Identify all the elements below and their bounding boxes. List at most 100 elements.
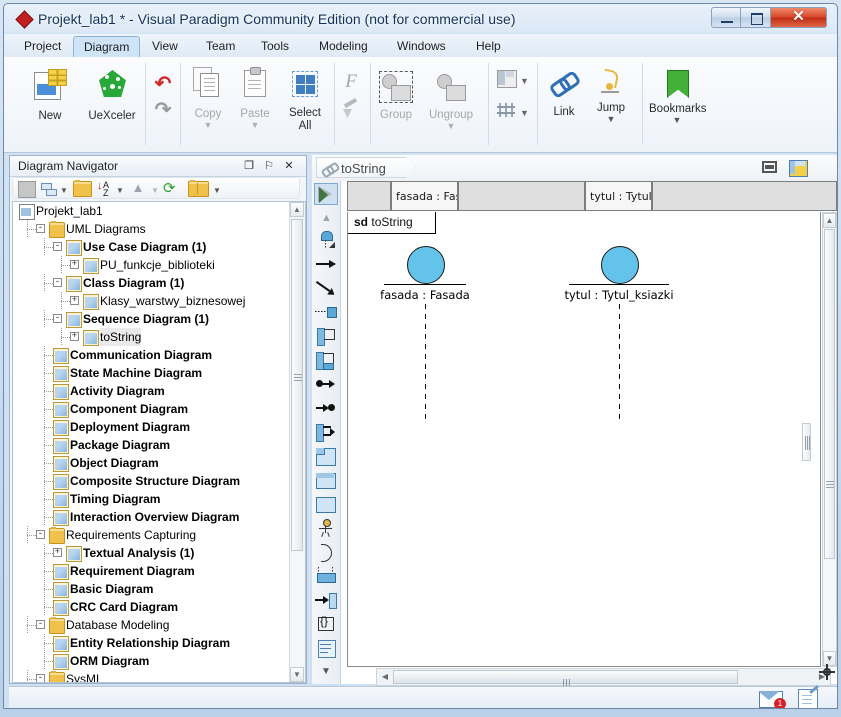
duration-message-tool[interactable] xyxy=(314,421,338,443)
collapse-toggle-icon[interactable]: - xyxy=(36,620,45,629)
collapse-toggle-icon[interactable]: - xyxy=(53,278,62,287)
diagram-palette[interactable]: ▲ {} ▼ xyxy=(312,181,341,684)
lifeline-header-cell[interactable]: tytul : Tytul... xyxy=(585,181,652,211)
undo-button[interactable]: ↶ xyxy=(152,74,174,94)
collapse-tool[interactable]: ▲ xyxy=(314,207,338,229)
tab-team[interactable]: Team xyxy=(196,36,245,57)
collapse-toggle-icon[interactable]: - xyxy=(36,224,45,233)
self-message-tool[interactable] xyxy=(314,325,338,347)
chevron-down-icon[interactable]: ▼ xyxy=(649,116,705,125)
refresh-icon[interactable]: ⟳ xyxy=(163,181,180,197)
uexceler-button[interactable]: UeXceler xyxy=(82,69,142,122)
new-button[interactable]: New xyxy=(26,69,74,122)
lost-message-tool[interactable] xyxy=(314,397,338,419)
tree-scrollbar[interactable]: ▲ ▼ xyxy=(289,202,305,682)
combined-fragment-tool[interactable] xyxy=(314,445,338,467)
paste-button[interactable]: Paste ▼ xyxy=(235,67,275,130)
collapse-toggle-icon[interactable]: - xyxy=(36,530,45,539)
collapse-toggle-icon[interactable]: - xyxy=(53,314,62,323)
tab-modeling[interactable]: Modeling xyxy=(309,36,378,57)
canvas-h-scroll-thumb[interactable] xyxy=(393,670,738,686)
note-edit-icon[interactable] xyxy=(798,685,820,708)
panel-splitter-handle[interactable] xyxy=(802,423,811,461)
chevron-down-icon[interactable]: ▼ xyxy=(235,121,275,130)
fit-to-window-icon[interactable] xyxy=(760,159,779,176)
more-tools[interactable]: ▼ xyxy=(314,661,338,683)
diagram-icon xyxy=(53,654,69,670)
found-message-tool[interactable] xyxy=(314,373,338,395)
open-all-icon[interactable] xyxy=(188,180,209,197)
lifeline-header-cell[interactable] xyxy=(652,181,837,211)
tab-diagram[interactable]: Diagram xyxy=(73,36,141,57)
tab-project[interactable]: Project xyxy=(14,36,71,57)
recursive-message-tool[interactable] xyxy=(314,349,338,371)
gate-tool[interactable] xyxy=(314,589,338,611)
tab-windows[interactable]: Windows xyxy=(387,36,456,57)
lifeline-dashed-line xyxy=(425,304,426,422)
breadcrumb[interactable]: toString xyxy=(316,157,404,179)
tab-help[interactable]: Help xyxy=(466,36,511,57)
pan-tool-icon[interactable] xyxy=(819,664,835,680)
close-icon[interactable]: ✕ xyxy=(282,159,296,173)
diagram-canvas[interactable]: sd toString fasada : Fasada tytul : Tytul… xyxy=(347,212,821,667)
reply-message-tool[interactable] xyxy=(314,277,338,299)
minimize-button[interactable] xyxy=(711,7,741,28)
canvas-v-scroll-thumb[interactable] xyxy=(824,229,835,559)
expand-toggle-icon[interactable]: + xyxy=(70,332,79,341)
mail-icon[interactable]: 1 xyxy=(758,691,786,708)
time-constraint-tool[interactable]: {} xyxy=(314,613,338,635)
collapse-toggle-icon[interactable]: - xyxy=(53,242,62,251)
collapse-toggle-icon[interactable]: - xyxy=(36,674,45,682)
expand-toggle-icon[interactable]: + xyxy=(70,260,79,269)
state-invariant-tool[interactable] xyxy=(314,565,338,587)
new-diagram-icon[interactable] xyxy=(18,181,36,198)
sort-az-icon[interactable]: ↓ A Z xyxy=(97,181,112,198)
chevron-down-icon[interactable]: ▼ xyxy=(188,121,228,130)
pin-icon[interactable]: ⚐ xyxy=(262,159,276,173)
chevron-down-icon[interactable]: ▼ xyxy=(60,186,68,195)
note-tool[interactable] xyxy=(314,637,338,659)
continuation-tool[interactable] xyxy=(314,541,338,563)
copy-button[interactable]: Copy ▼ xyxy=(188,67,228,130)
jump-button[interactable]: Jump ▼ xyxy=(594,68,628,124)
scroll-up-arrow[interactable]: ▲ xyxy=(823,213,836,228)
open-folder-icon[interactable] xyxy=(73,180,92,197)
pointer-tool[interactable] xyxy=(314,183,338,205)
lifeline-header-cell[interactable]: fasada : Fas... xyxy=(391,181,458,211)
canvas-vertical-scrollbar[interactable]: ▲ ▼ xyxy=(822,212,837,667)
expand-toggle-icon[interactable]: + xyxy=(53,548,62,557)
maximize-button[interactable] xyxy=(741,7,771,28)
diagram-overview-icon[interactable] xyxy=(788,159,808,177)
actor-lifeline-tool[interactable] xyxy=(314,229,338,251)
new-tree-item-icon[interactable] xyxy=(41,181,57,196)
lifeline-header-cell[interactable] xyxy=(347,181,391,211)
expand-toggle-icon[interactable]: + xyxy=(70,296,79,305)
tree-scroll-thumb[interactable] xyxy=(291,219,303,551)
actor-tool[interactable] xyxy=(314,517,338,539)
diagram-icon xyxy=(66,240,82,256)
create-message-tool[interactable] xyxy=(314,301,338,323)
bookmarks-button[interactable]: Bookmarks ▼ xyxy=(649,69,707,125)
diagram-tree[interactable]: Projekt_lab1- UML Diagrams - Use Case Diagr… xyxy=(12,201,306,683)
link-chain-icon xyxy=(320,161,341,179)
restore-icon[interactable]: ❐ xyxy=(242,159,256,173)
chevron-down-icon[interactable]: ▼ xyxy=(213,186,221,195)
interaction-use-tool[interactable] xyxy=(314,469,338,491)
tab-view[interactable]: View xyxy=(142,36,188,57)
close-button[interactable]: ✕ xyxy=(771,7,827,28)
lifeline-header-cell[interactable] xyxy=(458,181,585,211)
chevron-down-icon[interactable]: ▼ xyxy=(594,115,628,124)
frame-tool[interactable] xyxy=(314,493,338,515)
scroll-left-arrow[interactable]: ◀ xyxy=(378,670,392,684)
scroll-up-arrow[interactable]: ▲ xyxy=(290,202,304,217)
lifeline-object-icon[interactable] xyxy=(407,246,445,284)
lifeline-object-icon[interactable] xyxy=(601,246,639,284)
select-all-button[interactable]: Select All xyxy=(283,69,327,132)
link-button[interactable]: Link xyxy=(548,69,582,118)
collapse-up-icon[interactable]: ▲ xyxy=(129,181,147,195)
message-tool[interactable] xyxy=(314,253,338,275)
chevron-down-icon[interactable]: ▼ xyxy=(116,186,124,195)
tab-tools[interactable]: Tools xyxy=(251,36,299,57)
canvas-horizontal-scrollbar[interactable]: ◀ ▶ xyxy=(376,668,831,686)
scroll-down-arrow[interactable]: ▼ xyxy=(290,667,304,682)
